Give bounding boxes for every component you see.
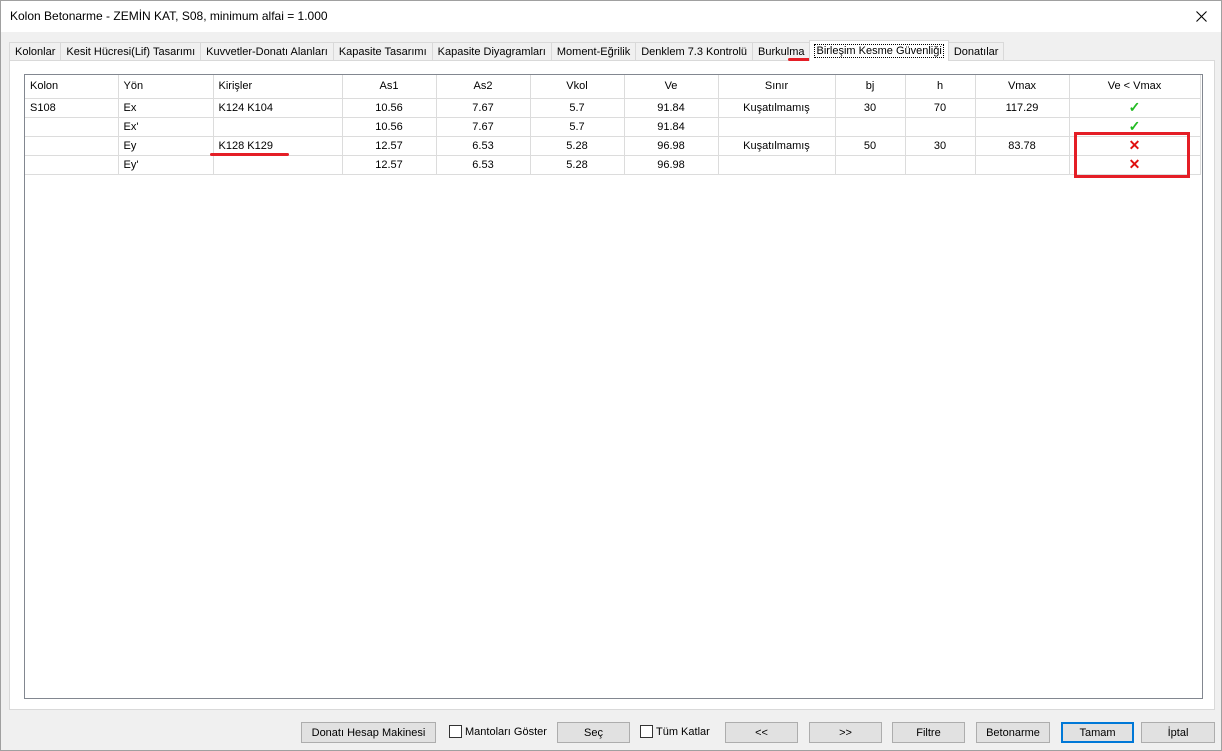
tab-donatilar[interactable]: Donatılar xyxy=(947,42,1005,61)
tab-strip: Kolonlar Kesit Hücresi(Lif) Tasarımı Kuv… xyxy=(9,40,1005,61)
cell-ve: 91.84 xyxy=(624,98,719,118)
calculator-button[interactable]: Donatı Hesap Makinesi xyxy=(301,722,436,743)
cell-as2: 6.53 xyxy=(436,136,531,156)
col-header-vmax[interactable]: Vmax xyxy=(975,75,1070,99)
cell-bj: 50 xyxy=(835,136,906,156)
cell-sinir xyxy=(718,155,836,175)
cell-vmax xyxy=(975,155,1070,175)
close-button[interactable] xyxy=(1181,1,1221,32)
cell-yon: Ex xyxy=(118,98,214,118)
cell-as1: 12.57 xyxy=(342,155,437,175)
checkbox-box[interactable] xyxy=(449,725,462,738)
col-header-ve-lt-vmax[interactable]: Ve < Vmax xyxy=(1069,75,1201,99)
tab-panel: Kolon Yön Kirişler As1 As2 Vkol Ve Sınır… xyxy=(9,60,1215,710)
cell-kolon xyxy=(25,136,119,156)
cell-kirisler xyxy=(213,117,343,137)
title-bar: Kolon Betonarme - ZEMİN KAT, S08, minimu… xyxy=(1,1,1221,32)
col-header-vkol[interactable]: Vkol xyxy=(530,75,625,99)
cell-as2: 6.53 xyxy=(436,155,531,175)
table-row[interactable]: Ex' 10.56 7.67 5.7 91.84 ✓ xyxy=(25,117,1201,137)
cell-yon: Ex' xyxy=(118,117,214,137)
window-title: Kolon Betonarme - ZEMİN KAT, S08, minimu… xyxy=(10,9,328,23)
all-floors-checkbox[interactable]: Tüm Katlar xyxy=(640,725,710,738)
cell-vmax: 117.29 xyxy=(975,98,1070,118)
col-header-kirisler[interactable]: Kirişler xyxy=(213,75,343,99)
cell-sinir xyxy=(718,117,836,137)
col-header-as1[interactable]: As1 xyxy=(342,75,437,99)
cell-bj xyxy=(835,117,906,137)
col-header-kolon[interactable]: Kolon xyxy=(25,75,119,99)
cell-vkol: 5.7 xyxy=(530,98,625,118)
col-header-ve[interactable]: Ve xyxy=(624,75,719,99)
tab-kuvvetler[interactable]: Kuvvetler-Donatı Alanları xyxy=(200,42,334,61)
cell-ve: 96.98 xyxy=(624,136,719,156)
col-header-h[interactable]: h xyxy=(905,75,976,99)
cell-bj: 30 xyxy=(835,98,906,118)
tab-kapasite-diyagramlari[interactable]: Kapasite Diyagramları xyxy=(431,42,552,61)
cell-kolon xyxy=(25,117,119,137)
tab-kapasite-tasarimi[interactable]: Kapasite Tasarımı xyxy=(332,42,433,61)
cell-kirisler: K124 K104 xyxy=(213,98,343,118)
col-header-as2[interactable]: As2 xyxy=(436,75,531,99)
annotation-underline-kirisler xyxy=(210,153,289,156)
show-mantolar-label: Mantoları Göster xyxy=(465,725,547,738)
annotation-highlight-box xyxy=(1074,132,1190,178)
col-header-yon[interactable]: Yön xyxy=(118,75,214,99)
cell-vmax xyxy=(975,117,1070,137)
cell-vkol: 5.28 xyxy=(530,155,625,175)
cell-ve: 96.98 xyxy=(624,155,719,175)
sec-button[interactable]: Seç xyxy=(557,722,630,743)
checkbox-box[interactable] xyxy=(640,725,653,738)
tab-denklem[interactable]: Denklem 7.3 Kontrolü xyxy=(635,42,754,61)
col-header-bj[interactable]: bj xyxy=(835,75,906,99)
table-row[interactable]: S108 Ex K124 K104 10.56 7.67 5.7 91.84 K… xyxy=(25,98,1201,118)
cell-sinir: Kuşatılmamış xyxy=(718,98,836,118)
cell-sinir: Kuşatılmamış xyxy=(718,136,836,156)
cell-vkol: 5.7 xyxy=(530,117,625,137)
cell-vmax: 83.78 xyxy=(975,136,1070,156)
cell-as2: 7.67 xyxy=(436,98,531,118)
cell-kolon xyxy=(25,155,119,175)
cell-h xyxy=(905,155,976,175)
col-header-sinir[interactable]: Sınır xyxy=(718,75,836,99)
cell-status: ✓ xyxy=(1069,98,1201,118)
results-grid[interactable]: Kolon Yön Kirişler As1 As2 Vkol Ve Sınır… xyxy=(24,74,1203,699)
tab-moment-egrilik[interactable]: Moment-Eğrilik xyxy=(550,42,637,61)
tab-kesit-hucresi[interactable]: Kesit Hücresi(Lif) Tasarımı xyxy=(60,42,202,61)
cell-h xyxy=(905,117,976,137)
filtre-button[interactable]: Filtre xyxy=(892,722,965,743)
cell-as2: 7.67 xyxy=(436,117,531,137)
cell-as1: 10.56 xyxy=(342,98,437,118)
tab-birlesim-kesme[interactable]: Birleşim Kesme Güvenliği xyxy=(809,40,949,61)
close-icon xyxy=(1195,11,1207,22)
prev-button[interactable]: << xyxy=(725,722,798,743)
results-table: Kolon Yön Kirişler As1 As2 Vkol Ve Sınır… xyxy=(25,75,1201,175)
table-row[interactable]: Ey K128 K129 12.57 6.53 5.28 96.98 Kuşat… xyxy=(25,136,1201,156)
cell-h: 70 xyxy=(905,98,976,118)
cell-as1: 12.57 xyxy=(342,136,437,156)
iptal-button[interactable]: İptal xyxy=(1141,722,1215,743)
dialog-window: Kolon Betonarme - ZEMİN KAT, S08, minimu… xyxy=(0,0,1222,751)
cell-yon: Ey' xyxy=(118,155,214,175)
betonarme-button[interactable]: Betonarme xyxy=(976,722,1050,743)
cell-bj xyxy=(835,155,906,175)
show-mantolar-checkbox[interactable]: Mantoları Göster xyxy=(449,725,547,738)
tamam-button[interactable]: Tamam xyxy=(1061,722,1134,743)
tab-kolonlar[interactable]: Kolonlar xyxy=(9,42,62,61)
all-floors-label: Tüm Katlar xyxy=(656,725,710,738)
cell-kolon: S108 xyxy=(25,98,119,118)
cell-as1: 10.56 xyxy=(342,117,437,137)
table-header-row: Kolon Yön Kirişler As1 As2 Vkol Ve Sınır… xyxy=(25,75,1201,99)
cell-yon: Ey xyxy=(118,136,214,156)
cell-ve: 91.84 xyxy=(624,117,719,137)
next-button[interactable]: >> xyxy=(809,722,882,743)
cell-kirisler xyxy=(213,155,343,175)
cell-vkol: 5.28 xyxy=(530,136,625,156)
cell-h: 30 xyxy=(905,136,976,156)
check-icon: ✓ xyxy=(1128,99,1141,115)
table-row[interactable]: Ey' 12.57 6.53 5.28 96.98 ✕ xyxy=(25,155,1201,175)
